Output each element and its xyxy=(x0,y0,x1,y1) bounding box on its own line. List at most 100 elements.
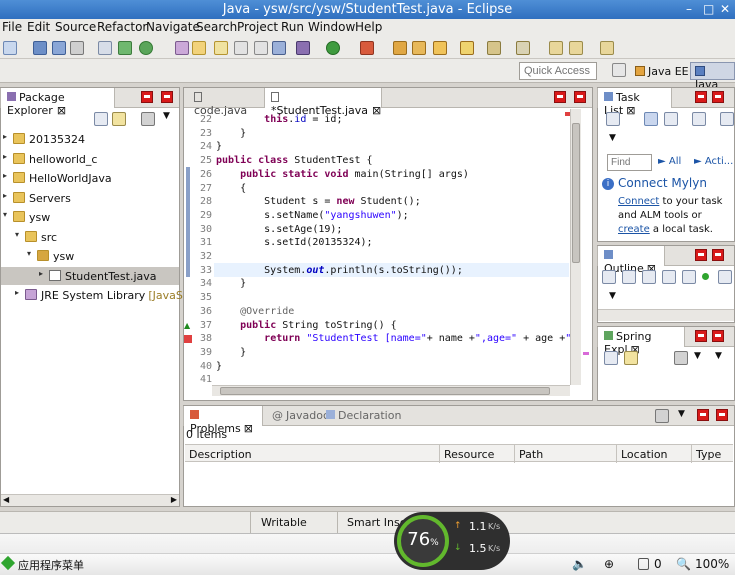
view-menu-icon[interactable] xyxy=(141,112,155,126)
new-task-icon[interactable] xyxy=(606,112,620,126)
expand-toggle-icon[interactable]: ▸ xyxy=(39,269,43,278)
menu-project[interactable]: Project xyxy=(237,20,278,34)
code-line[interactable]: System.out.println(s.toString()); xyxy=(216,265,463,279)
maximize-view-icon[interactable] xyxy=(716,409,728,421)
close-button[interactable]: ✕ xyxy=(720,2,730,16)
tree-item[interactable]: ▸ HelloWorldJava xyxy=(1,169,179,187)
sort-icon[interactable] xyxy=(622,270,636,284)
network-speed-widget[interactable]: 76% ↑ 1.1 K/s ↓ 1.5 K/s xyxy=(394,512,514,570)
chevron-down-icon[interactable]: ▼ xyxy=(609,291,616,301)
code-line[interactable]: Student s = new Student(); xyxy=(216,196,421,210)
app-menu-icon[interactable] xyxy=(0,555,16,571)
maximize-view-icon[interactable] xyxy=(161,91,173,103)
minimize-view-icon[interactable] xyxy=(695,91,707,103)
code-line[interactable]: } xyxy=(216,361,222,375)
tree-item[interactable]: ▸ JRE System Library [JavaSE-1.7] xyxy=(1,286,216,304)
menu-refactor[interactable]: Refactor xyxy=(97,20,147,34)
maximize-view-icon[interactable] xyxy=(712,91,724,103)
mark-occurrences-icon[interactable] xyxy=(175,41,189,55)
view-menu-icon[interactable] xyxy=(674,351,688,365)
new-icon[interactable] xyxy=(3,41,17,55)
hide-local-types-icon[interactable] xyxy=(702,273,709,280)
tab-code-java[interactable]: code.java xyxy=(188,88,260,117)
open-type-icon[interactable] xyxy=(98,41,112,55)
editor-hscroll-thumb[interactable] xyxy=(220,387,550,395)
close-icon[interactable]: ⊠ xyxy=(244,422,253,435)
volume-icon[interactable]: 🔈 xyxy=(572,557,587,571)
minimize-button[interactable]: – xyxy=(686,2,692,16)
view-menu-icon[interactable] xyxy=(655,409,669,423)
scroll-right-icon[interactable]: ▶ xyxy=(171,495,177,504)
editor-vscrollbar[interactable] xyxy=(570,109,581,385)
maximize-view-icon[interactable] xyxy=(712,330,724,342)
new-package-icon[interactable] xyxy=(412,41,426,55)
perspective-java[interactable]: Java xyxy=(690,62,735,91)
tree-item[interactable]: ▾ ysw xyxy=(1,208,179,226)
col-location[interactable]: Location xyxy=(617,445,692,463)
minimize-view-icon[interactable] xyxy=(697,409,709,421)
minimize-editor-icon[interactable] xyxy=(554,91,566,103)
tab-problems[interactable]: Problems ⊠ xyxy=(183,406,263,435)
create-link[interactable]: create xyxy=(618,224,650,235)
tab-task-list[interactable]: Task List ⊠ xyxy=(597,88,672,117)
tree-item[interactable]: ▾ src xyxy=(1,228,179,246)
col-path[interactable]: Path xyxy=(515,445,617,463)
code-area[interactable]: 22 this.id = id; 23 } 24} 25 public class St… xyxy=(190,112,580,382)
expand-toggle-icon[interactable]: ▸ xyxy=(3,152,7,161)
link-editor-icon[interactable] xyxy=(718,270,732,284)
code-line[interactable]: public class StudentTest { xyxy=(216,155,373,169)
link-editor-icon[interactable] xyxy=(624,351,638,365)
back-arrow-icon[interactable] xyxy=(569,41,583,55)
tab-package-explorer[interactable]: Package Explorer ⊠ xyxy=(0,88,115,117)
chevron-down-icon[interactable]: ▼ xyxy=(678,409,685,419)
expand-toggle-icon[interactable]: ▾ xyxy=(15,230,19,239)
sync-icon[interactable] xyxy=(720,112,734,126)
menu-edit[interactable]: Edit xyxy=(27,20,50,34)
link-editor-icon[interactable] xyxy=(112,112,126,126)
chevron-down-icon[interactable]: ▼ xyxy=(609,133,616,143)
refresh-icon[interactable] xyxy=(139,41,153,55)
overview-marker-icon[interactable] xyxy=(583,352,589,355)
connect-link[interactable]: Connect xyxy=(618,196,659,207)
new-class-icon[interactable] xyxy=(433,41,447,55)
menu-window[interactable]: Window xyxy=(308,20,355,34)
minimize-view-icon[interactable] xyxy=(141,91,153,103)
next-annotation-icon[interactable] xyxy=(487,41,501,55)
tree-item[interactable]: ▸ helloworld_c xyxy=(1,150,179,168)
highlight-icon[interactable] xyxy=(192,41,206,55)
expand-toggle-icon[interactable]: ▾ xyxy=(27,249,31,258)
collapse-all-icon[interactable] xyxy=(94,112,108,126)
menu-search[interactable]: Search xyxy=(196,20,237,34)
menu-run[interactable]: Run xyxy=(281,20,304,34)
code-line[interactable]: s.setAge(19); xyxy=(216,224,342,238)
quick-access-input[interactable] xyxy=(519,62,597,80)
code-line[interactable]: } xyxy=(216,128,246,142)
outline-hscrollbar[interactable] xyxy=(598,309,734,321)
editor-vscroll-thumb[interactable] xyxy=(572,123,580,263)
editor-hscrollbar[interactable] xyxy=(212,385,570,396)
hide-static-icon[interactable] xyxy=(662,270,676,284)
code-line[interactable]: @Override xyxy=(216,306,294,320)
code-line[interactable]: return "StudentTest [name="+ name +",age… xyxy=(216,333,580,347)
code-line[interactable]: } xyxy=(216,347,246,361)
perspective-java-ee[interactable]: Java EE xyxy=(630,62,694,80)
save-icon[interactable] xyxy=(33,41,47,55)
minimize-view-icon[interactable] xyxy=(695,249,707,261)
code-line[interactable]: { xyxy=(216,183,246,197)
external-tools-icon[interactable] xyxy=(360,41,374,55)
open-perspective-icon[interactable] xyxy=(612,63,626,77)
run-icon[interactable] xyxy=(326,41,340,55)
battery-icon[interactable]: 🔍 xyxy=(676,557,691,571)
col-description[interactable]: Description xyxy=(185,445,440,463)
tab-student-test[interactable]: *StudentTest.java ⊠ xyxy=(264,88,382,117)
scroll-left-icon[interactable]: ◀ xyxy=(3,495,9,504)
col-resource[interactable]: Resource xyxy=(440,445,515,463)
code-line[interactable]: s.setId(20135324); xyxy=(216,237,372,251)
expand-toggle-icon[interactable]: ▸ xyxy=(15,288,19,297)
explorer-hscrollbar[interactable]: ◀ ▶ xyxy=(1,494,179,506)
tree-item[interactable]: ▸ Servers xyxy=(1,189,179,207)
close-icon[interactable]: ⊠ xyxy=(626,104,635,117)
code-line[interactable]: } xyxy=(216,278,246,292)
maximize-view-icon[interactable] xyxy=(712,249,724,261)
shield-icon[interactable] xyxy=(638,558,649,570)
